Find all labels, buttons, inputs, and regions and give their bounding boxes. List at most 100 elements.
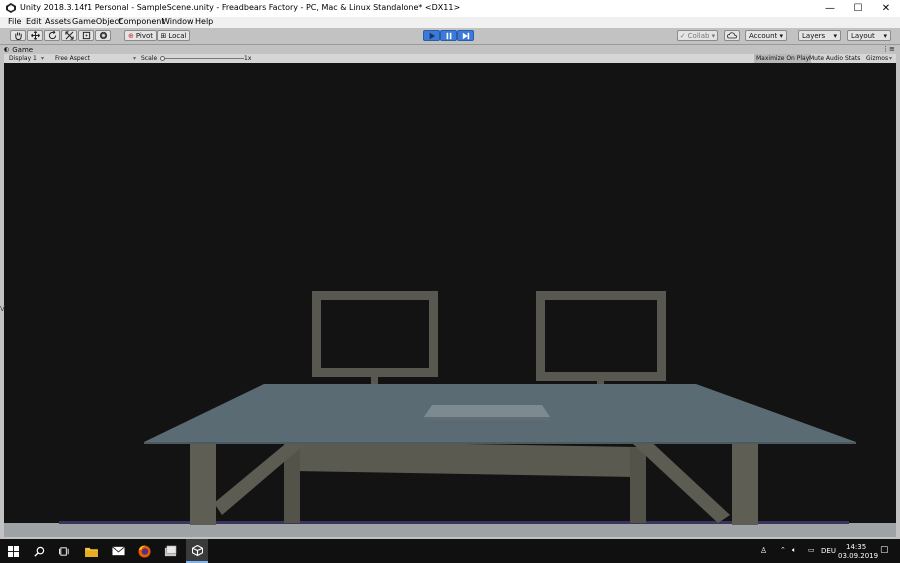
keyboard-edge: [424, 417, 550, 420]
rect-transform-icon: [82, 31, 90, 40]
people-icon[interactable]: ♙: [760, 546, 767, 555]
menu-edit[interactable]: Edit: [26, 17, 42, 26]
unity-logo-icon: [191, 544, 203, 556]
mail-icon: [111, 546, 125, 556]
scale-icon: [64, 31, 74, 40]
collab-label: Collab ▾: [687, 31, 716, 40]
windows-taskbar: ♙ ⌃ 🔈︎ ▭ DEU 14:35 03.09.2019 ▢: [0, 539, 900, 563]
cloud-icon: [727, 32, 737, 39]
account-dropdown[interactable]: Account ▾: [745, 30, 787, 41]
layout-dropdown[interactable]: Layout ▾: [847, 30, 891, 41]
play-button[interactable]: [423, 30, 440, 41]
scale-slider-thumb[interactable]: [160, 56, 165, 61]
start-button[interactable]: [5, 543, 21, 559]
desk-leg-front-right: [732, 441, 758, 525]
side-edge-glyph: V: [0, 305, 5, 313]
file-explorer-button[interactable]: [83, 543, 99, 559]
chevron-down-icon: ▾: [883, 31, 887, 40]
cloud-button[interactable]: [724, 30, 740, 41]
task-view-icon: [58, 546, 69, 556]
desk-top-edge: [144, 442, 856, 444]
app-button[interactable]: [162, 543, 178, 559]
chevron-down-icon: ▾: [41, 55, 45, 62]
mail-button[interactable]: [110, 543, 126, 559]
hand-tool-button[interactable]: [10, 30, 26, 41]
local-toggle[interactable]: ⊞ Local: [157, 30, 190, 41]
firefox-icon: [137, 544, 151, 558]
notifications-icon[interactable]: ▢: [880, 545, 889, 555]
stats-toggle[interactable]: Stats: [845, 54, 860, 63]
transform-icon: [99, 31, 107, 40]
window-title: Unity 2018.3.14f1 Personal - SampleScene…: [20, 3, 461, 12]
scale-slider-track[interactable]: [161, 58, 244, 59]
layers-dropdown[interactable]: Layers ▾: [798, 30, 841, 41]
menu-file[interactable]: File: [8, 17, 21, 26]
layers-label: Layers: [802, 31, 826, 40]
rotate-icon: [48, 31, 56, 40]
game-viewport[interactable]: [4, 63, 896, 537]
step-icon: [462, 32, 469, 39]
main-toolbar: ⊕ Pivot ⊞ Local ✓ Collab ▾ Account ▾ Lay…: [0, 28, 900, 45]
pause-icon: [446, 32, 451, 39]
play-icon: [429, 32, 435, 39]
search-button[interactable]: [31, 543, 47, 559]
menu-component[interactable]: Component: [118, 17, 164, 26]
scale-value: 1x: [244, 55, 252, 62]
game-tab-bar: ◐ Game ⋮≡: [0, 45, 900, 54]
rotate-tool-button[interactable]: [44, 30, 60, 41]
chevron-up-icon[interactable]: ⌃: [780, 546, 786, 554]
maximize-on-play-toggle[interactable]: Maximize On Play: [754, 54, 812, 63]
desk-leg-back-right: [630, 447, 646, 523]
maximize-button[interactable]: ☐: [844, 0, 872, 17]
menu-bar: File Edit Assets GameObject Component Wi…: [0, 17, 900, 28]
hand-icon: [14, 32, 22, 40]
search-icon: [33, 546, 44, 557]
speaker-icon[interactable]: 🔈︎: [792, 546, 796, 555]
chevron-down-icon: ▾: [833, 31, 837, 40]
rect-tool-button[interactable]: [78, 30, 94, 41]
aspect-dropdown[interactable]: Free Aspect: [55, 54, 90, 63]
collab-check-icon: ✓: [679, 31, 686, 40]
gizmos-dropdown[interactable]: Gizmos: [866, 54, 888, 63]
input-language[interactable]: DEU: [821, 547, 836, 555]
move-arrows-icon: [30, 31, 40, 40]
panel-menu-icon[interactable]: ⋮≡: [882, 45, 895, 53]
move-tool-button[interactable]: [27, 30, 43, 41]
pivot-icon: ⊕: [127, 31, 134, 40]
chevron-down-icon: ▾: [133, 55, 137, 62]
menu-assets[interactable]: Assets: [45, 17, 71, 26]
tab-game[interactable]: ◐ Game: [4, 45, 33, 54]
collab-button[interactable]: ✓ Collab ▾: [677, 30, 718, 41]
clock-time[interactable]: 14:35: [846, 543, 866, 551]
task-view-button[interactable]: [56, 543, 72, 559]
tab-game-label: Game: [12, 45, 34, 54]
menu-window[interactable]: Window: [162, 17, 194, 26]
menu-gameobject[interactable]: GameObject: [72, 17, 122, 26]
transform-tool-button[interactable]: [95, 30, 111, 41]
windows-logo-icon: [7, 545, 19, 557]
local-label: Local: [168, 31, 187, 40]
folder-icon: [84, 547, 98, 557]
desk-leg-front-left: [190, 441, 216, 525]
chevron-down-icon: ▾: [889, 55, 893, 62]
scale-label: Scale: [141, 55, 158, 62]
unity-taskbar-button[interactable]: [186, 539, 208, 563]
title-bar: Unity 2018.3.14f1 Personal - SampleScene…: [0, 0, 900, 17]
chevron-down-icon: ▾: [779, 31, 783, 40]
close-button[interactable]: ✕: [872, 0, 900, 17]
scale-tool-button[interactable]: [61, 30, 77, 41]
network-icon[interactable]: ▭: [808, 546, 815, 554]
step-button[interactable]: [457, 30, 474, 41]
pause-button[interactable]: [440, 30, 457, 41]
minimize-button[interactable]: —: [816, 0, 844, 17]
desk-back-rail: [294, 441, 636, 477]
account-label: Account: [749, 31, 778, 40]
mute-audio-toggle[interactable]: Mute Audio: [809, 54, 843, 63]
display-dropdown[interactable]: Display 1: [9, 54, 37, 63]
clock-date[interactable]: 03.09.2019: [838, 552, 878, 560]
game-scene: [4, 291, 896, 537]
pivot-toggle[interactable]: ⊕ Pivot: [124, 30, 157, 41]
firefox-button[interactable]: [136, 543, 152, 559]
menu-help[interactable]: Help: [195, 17, 213, 26]
gamepad-icon: ◐: [4, 46, 10, 53]
